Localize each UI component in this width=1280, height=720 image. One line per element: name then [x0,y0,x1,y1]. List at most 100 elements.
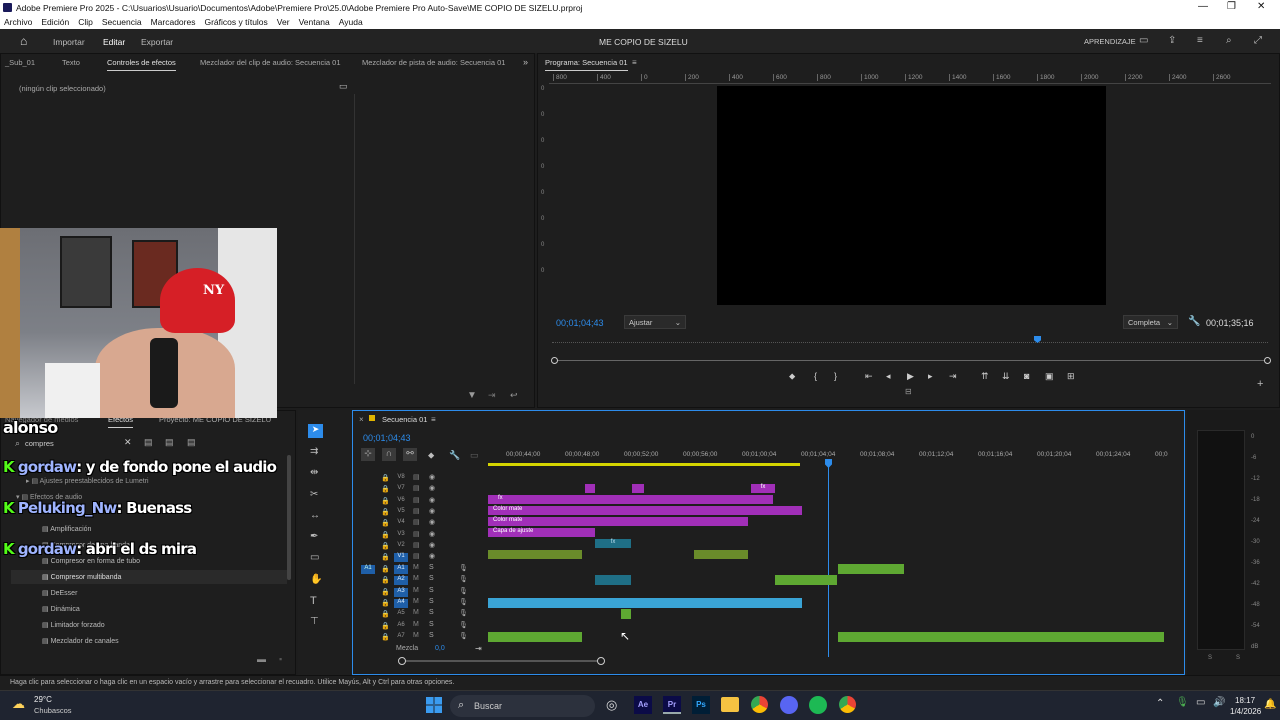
extract-icon[interactable]: ⇊ [1002,371,1010,382]
source-patch-a1[interactable]: A1 [361,565,375,574]
mute-icon[interactable]: M [413,587,419,594]
windows-start-icon[interactable] [426,697,442,713]
clip-a1[interactable] [838,564,904,574]
sync-lock-icon[interactable]: ▤ [413,484,420,492]
timeline-current-time[interactable]: 00;01;04;43 [363,433,411,443]
network-icon[interactable]: ▭ [1196,697,1205,708]
effects-item[interactable]: ▤ Compresor en forma de tubo [42,557,140,565]
mix-value[interactable]: 0,0 [435,645,445,652]
track-label-a3[interactable]: A3 [394,587,408,597]
captions-icon[interactable]: ▭ [470,450,479,461]
mute-icon[interactable]: M [413,598,419,605]
caption-tool-icon[interactable]: ⊤ [310,616,319,627]
sync-lock-icon[interactable]: ▤ [413,473,420,481]
clear-search-icon[interactable]: ✕ [124,437,132,448]
effects-item[interactable]: ▤ Amplificación [42,525,91,533]
tab-effect-controls[interactable]: Controles de efectos [107,54,176,71]
mic-icon[interactable]: 🎙 [459,598,468,606]
mic-icon[interactable]: 🎙 [459,632,468,640]
close-icon[interactable]: ✕ [1257,1,1265,12]
clip-a2[interactable] [775,575,837,585]
spotify-icon[interactable] [809,696,827,714]
weather-icon[interactable]: ☁ [12,696,25,712]
photoshop-icon[interactable]: Ps [692,696,710,714]
mute-icon[interactable]: M [413,564,419,571]
search-icon[interactable]: ⌕ [1226,35,1232,46]
chrome-profile-icon[interactable] [839,696,856,713]
clip-adjustment-layer-v3[interactable]: Capa de ajuste [488,528,595,537]
tab-sequence[interactable]: Secuencia 01 [382,415,427,424]
tab-exportar[interactable]: Exportar [141,37,173,47]
lock-icon[interactable]: 🔒 [381,588,390,596]
track-label-a2[interactable]: A2 [394,576,408,586]
step-forward-icon[interactable]: ▸ [928,371,933,382]
mark-out-icon[interactable]: } [834,371,837,381]
menu-icon[interactable]: ≡ [1197,35,1203,46]
track-label-a5[interactable]: A5 [394,610,408,619]
lock-icon[interactable]: 🔒 [381,576,390,584]
track-label-v5[interactable]: V5 [394,508,408,517]
taskbar-search[interactable]: ⌕ Buscar [450,695,595,717]
track-label-a6[interactable]: A6 [394,622,408,631]
track-label-v7[interactable]: V7 [394,485,408,494]
weather-temp[interactable]: 29°C [34,695,52,704]
linked-selection-icon[interactable]: ⚯ [403,448,417,461]
eye-icon[interactable]: ◉ [429,496,435,504]
eye-icon[interactable]: ◉ [429,518,435,526]
lock-icon[interactable]: 🔒 [381,622,390,630]
tab-program[interactable]: Programa: Secuencia 01 [545,54,628,71]
zoom-handle-right[interactable] [1264,357,1271,364]
mute-icon[interactable]: M [413,621,419,628]
fit-dropdown[interactable]: Ajustar ⌄ [624,315,686,329]
weather-desc[interactable]: Chubascos [34,706,72,715]
comparison-icon[interactable]: ▣ [1045,371,1054,382]
track-label-a7[interactable]: A7 [394,633,408,642]
track-label-v8[interactable]: V8 [394,474,408,483]
mic-icon[interactable]: 🎙 [459,564,468,572]
tray-expand-icon[interactable]: ⌃ [1156,698,1164,709]
notifications-icon[interactable]: 🔔 [1264,699,1276,710]
effects-item[interactable]: ▤ Mezclador de canales [42,637,119,645]
mute-icon[interactable]: M [413,632,419,639]
accelerated-effects-icon[interactable]: ▤ [144,437,153,448]
snap-icon[interactable]: ∩ [382,448,396,461]
program-current-time[interactable]: 00;01;04;43 [556,318,604,328]
mic-icon[interactable]: 🎙 [459,575,468,583]
solo-icon[interactable]: S [429,587,434,594]
zoom-handle-left[interactable] [398,657,406,665]
track-label-v4[interactable]: V4 [394,519,408,528]
solo-icon[interactable]: S [429,575,434,582]
undo-icon[interactable]: ↩ [510,390,518,401]
effects-search-input[interactable] [25,437,133,449]
yuv-effects-icon[interactable]: ▤ [187,437,196,448]
sync-lock-icon[interactable]: ▤ [413,507,420,515]
go-to-out-icon[interactable]: ⇥ [949,371,957,382]
selection-tool-icon[interactable]: ➤ [308,424,323,438]
add-button-icon[interactable]: + [1257,378,1263,390]
clip-v6[interactable]: fx [488,495,773,504]
ripple-edit-icon[interactable]: ⇹ [310,467,318,478]
toggle-timeline-icon[interactable]: ▭ [339,81,348,92]
tab-importar[interactable]: Importar [53,37,85,47]
export-icon[interactable]: ⇥ [488,390,496,401]
lock-icon[interactable]: 🔒 [381,497,390,505]
menu-marcadores[interactable]: Marcadores [151,17,196,27]
razor-icon[interactable]: ✂ [310,489,318,500]
vr-icon[interactable]: ⊞ [1067,371,1075,382]
track-label-a4[interactable]: A4 [394,598,408,608]
lock-icon[interactable]: 🔒 [381,508,390,516]
tab-audio-track-mixer[interactable]: Mezclador de pista de audio: Secuencia 0… [362,54,505,71]
quality-dropdown[interactable]: Completa ⌄ [1123,315,1178,329]
hand-icon[interactable]: ✋ [310,574,322,585]
mic-icon[interactable]: 🎙 [459,609,468,617]
lock-icon[interactable]: 🔒 [381,542,390,550]
menu-graficos[interactable]: Gráficos y títulos [204,17,267,27]
track-label-v2[interactable]: V2 [394,542,408,551]
clip-v7-fx[interactable]: fx [751,484,775,493]
eye-icon[interactable]: ◉ [429,473,435,481]
step-back-icon[interactable]: ◂ [886,371,891,382]
32bit-effects-icon[interactable]: ▤ [165,437,174,448]
go-to-end-icon[interactable]: ⇥ [475,644,482,653]
fullscreen-icon[interactable]: ⤢ [1254,35,1262,46]
eye-icon[interactable]: ◉ [429,530,435,538]
